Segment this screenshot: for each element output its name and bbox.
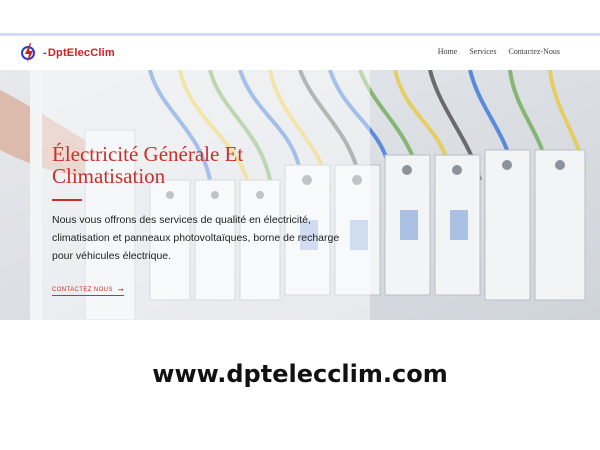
page-frame: -DptElecClim Home Services Contactez-Nou… [0, 0, 600, 450]
hero-section [0, 70, 600, 320]
arrow-right-icon: ➞ [117, 287, 125, 294]
nav-home[interactable]: Home [438, 47, 458, 56]
hero-text-overlay [30, 70, 370, 320]
logo-wordmark: -DptElecClim [43, 47, 115, 59]
title-underline [52, 199, 82, 201]
main-nav: Home Services Contactez-Nous [438, 47, 560, 56]
cta-label: CONTACTEZ NOUS [52, 287, 113, 293]
hero-description: Nous vous offrons des services de qualit… [52, 214, 340, 262]
nav-contact[interactable]: Contactez-Nous [508, 47, 560, 56]
contact-us-button[interactable]: CONTACTEZ NOUS ➞ [52, 286, 125, 296]
lightning-bolt-icon [18, 43, 40, 63]
hero-title: Électricité Générale Et Climatisation [52, 142, 244, 188]
website-url: www.dptelecclim.com [152, 360, 448, 388]
site-logo[interactable]: -DptElecClim [18, 42, 115, 64]
nav-services[interactable]: Services [469, 47, 496, 56]
site-header: -DptElecClim Home Services Contactez-Nou… [0, 36, 600, 70]
